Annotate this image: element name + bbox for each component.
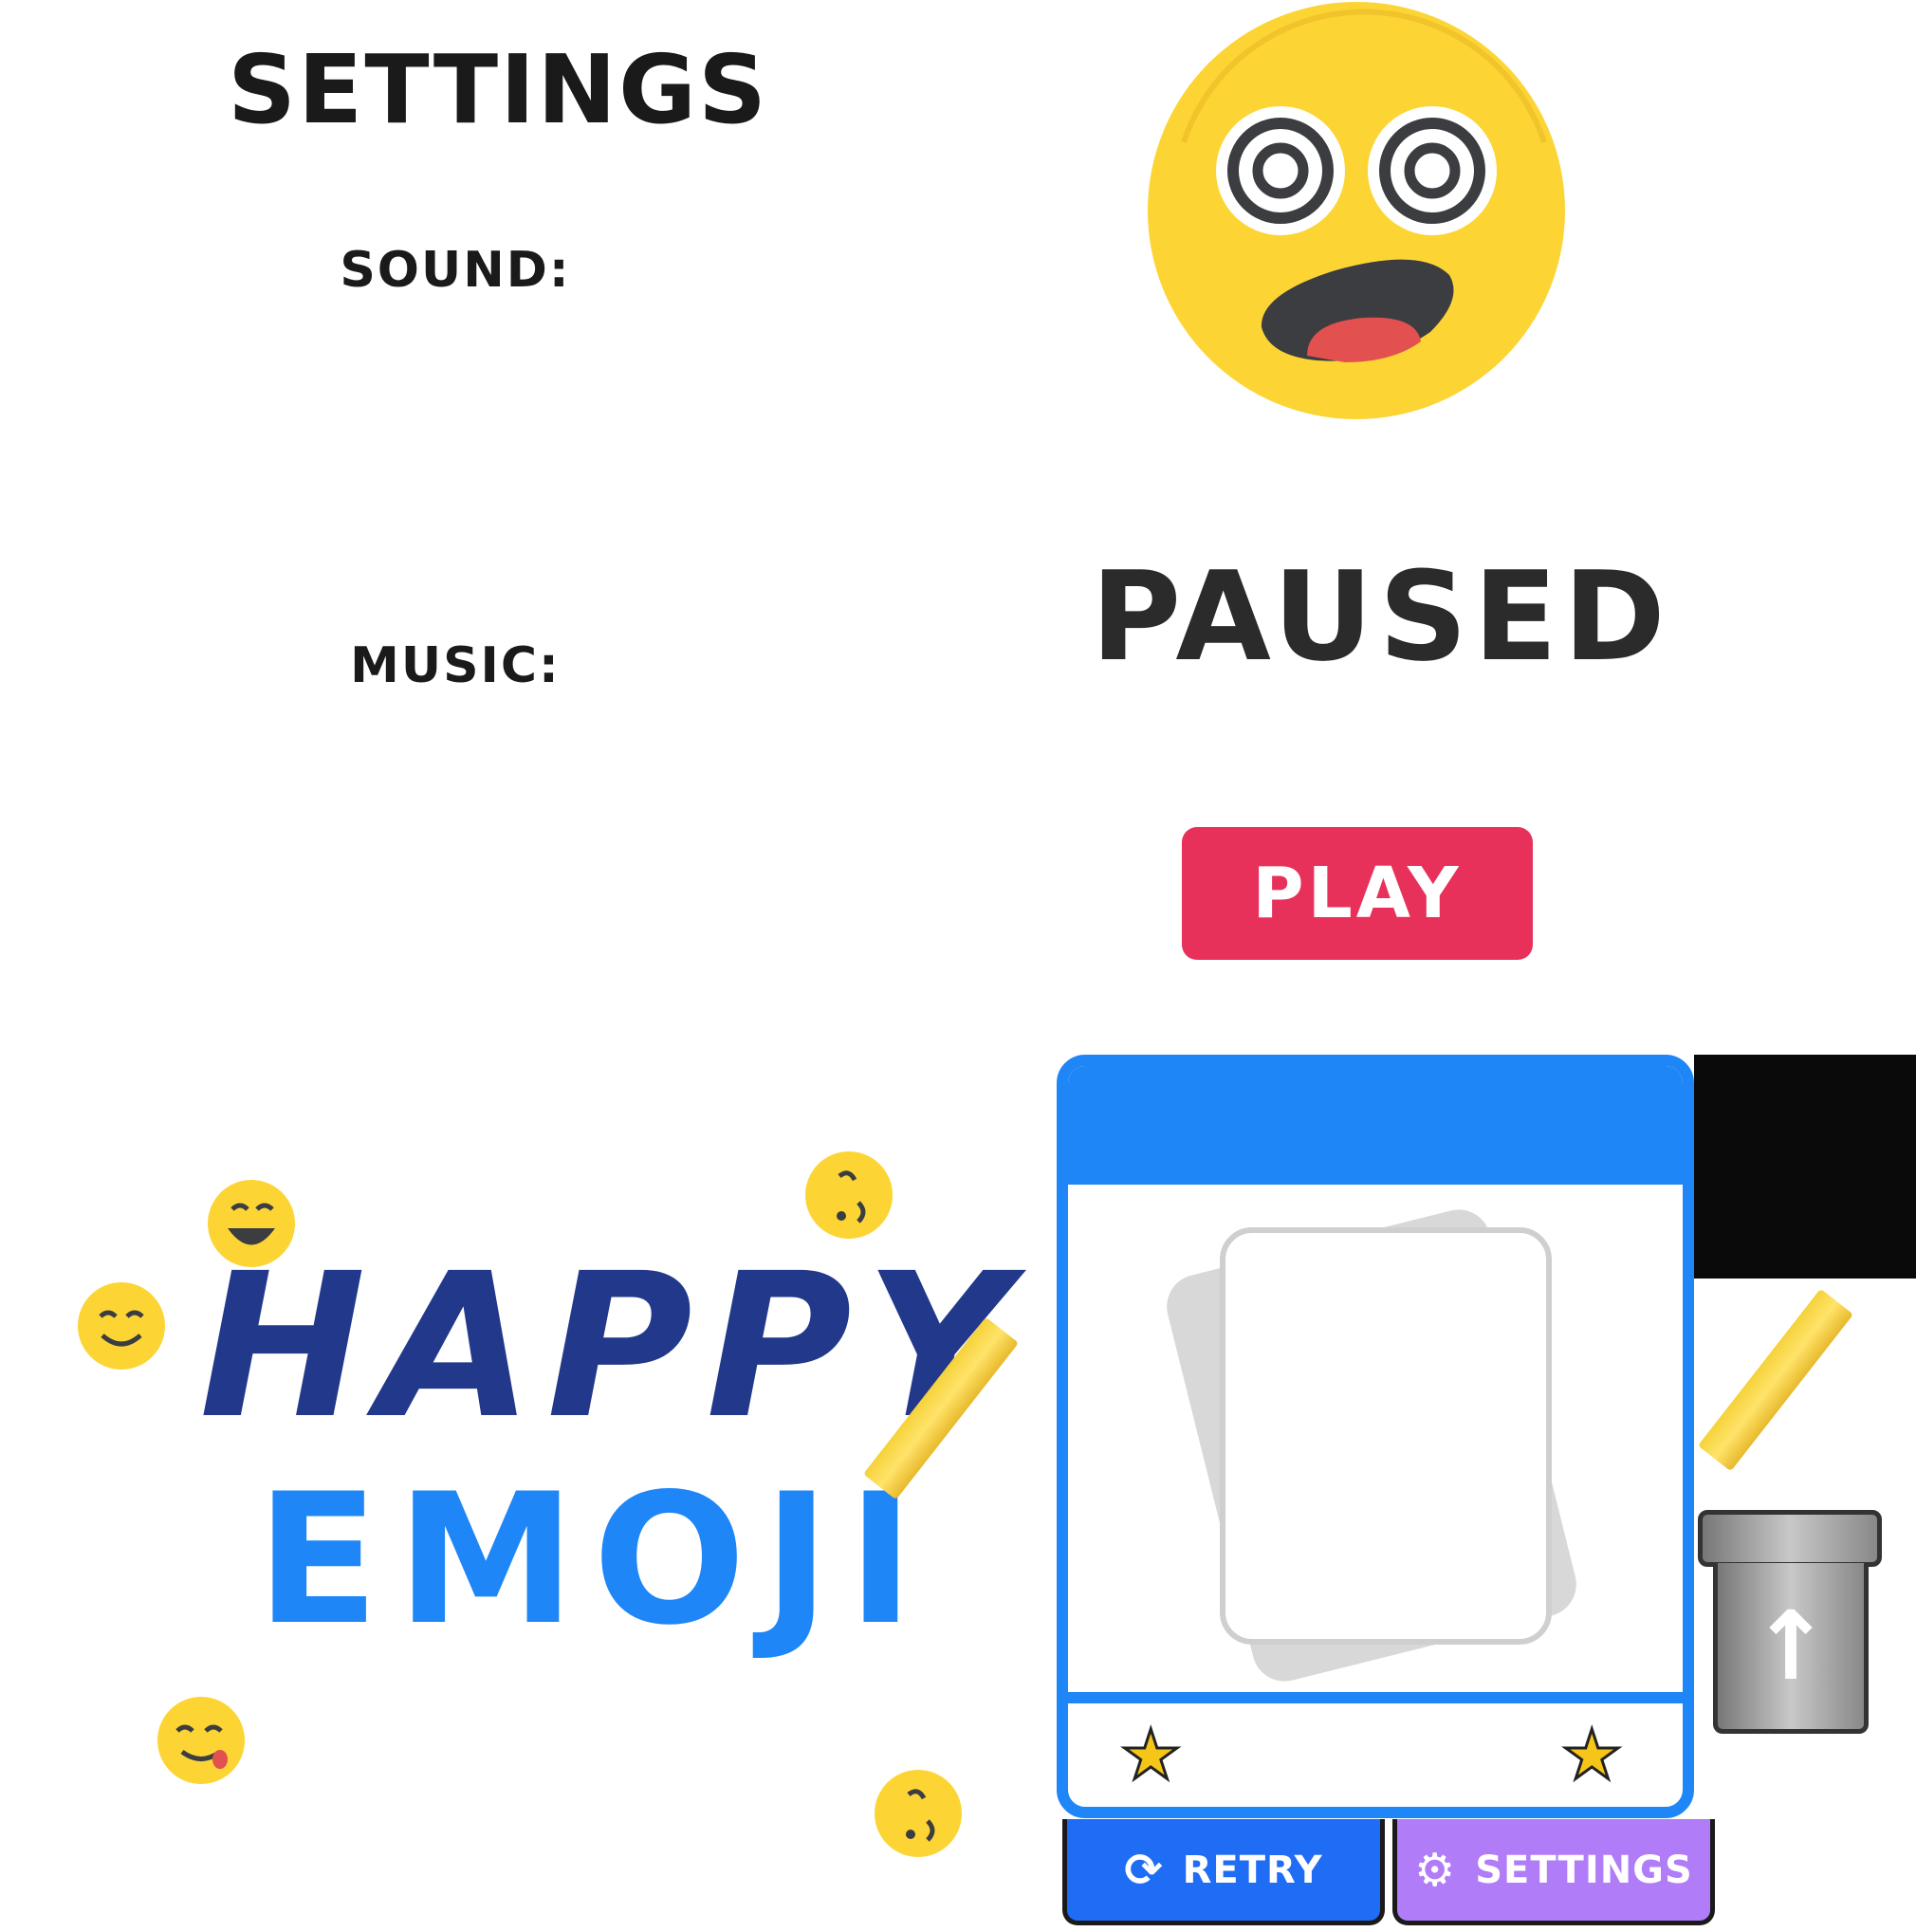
winking-emoji-icon — [875, 1770, 962, 1857]
paused-title: PAUSED — [1091, 544, 1671, 689]
drawing-card[interactable] — [1220, 1227, 1552, 1645]
pipe-rim — [1698, 1510, 1882, 1567]
tongue-out-emoji-icon — [157, 1697, 245, 1784]
star-icon: ★ — [1560, 1715, 1625, 1794]
arrow-up-icon: ↑ — [1751, 1590, 1831, 1702]
black-panel — [1694, 1055, 1916, 1279]
winking-emoji-icon — [805, 1151, 893, 1239]
pencil-icon — [1698, 1288, 1853, 1472]
play-button[interactable]: PLAY — [1182, 827, 1533, 960]
game-card: ★ ★ — [1057, 1055, 1694, 1818]
music-label: MUSIC: — [350, 637, 561, 694]
star-icon: ★ — [1119, 1715, 1184, 1794]
upload-pipe-button[interactable]: ↑ — [1713, 1563, 1869, 1734]
settings-label: SETTINGS — [1475, 1848, 1693, 1892]
smiling-emoji-icon — [78, 1282, 165, 1370]
retry-button[interactable]: ⟳ RETRY — [1062, 1819, 1385, 1925]
settings-button[interactable]: ⚙ SETTINGS — [1392, 1819, 1715, 1925]
dizzy-face-emoji-icon — [1148, 2, 1565, 419]
card-divider — [1068, 1692, 1683, 1703]
retry-label: RETRY — [1182, 1848, 1323, 1892]
logo-emoji-text: EMOJI — [256, 1455, 931, 1665]
gear-icon: ⚙ — [1414, 1843, 1457, 1897]
logo-happy-text: HAPPY — [199, 1230, 1023, 1463]
card-header — [1068, 1066, 1683, 1185]
retry-icon: ⟳ — [1124, 1843, 1164, 1897]
settings-title: SETTINGS — [228, 34, 769, 145]
sound-label: SOUND: — [340, 242, 571, 299]
